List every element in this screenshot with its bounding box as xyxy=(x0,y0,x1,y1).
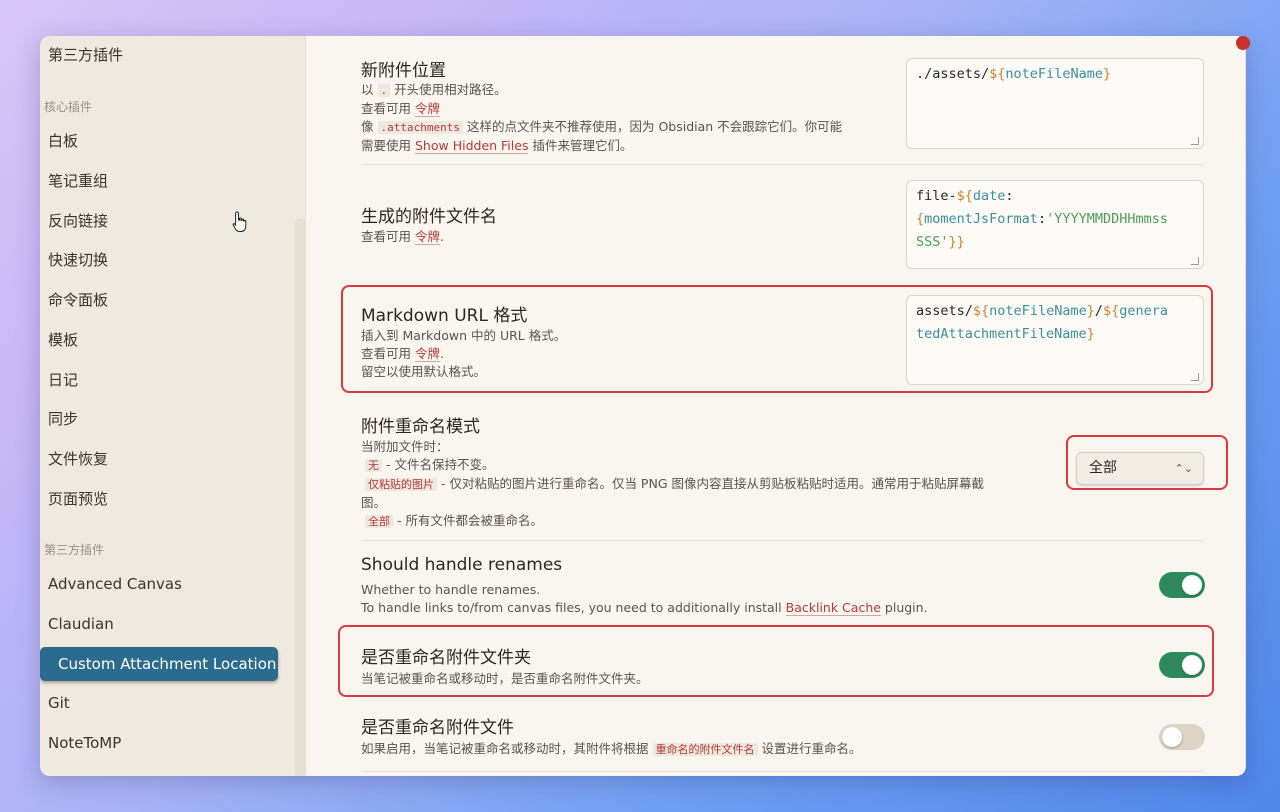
setting-title-handle-renames: Should handle renames xyxy=(361,555,563,575)
divider xyxy=(361,164,1204,165)
setting-desc-rename-files: 如果启用，当笔记被重命名或移动时，其附件将根据 重命名的附件文件名 设置进行重命… xyxy=(361,741,862,756)
toggle-knob xyxy=(1162,727,1182,747)
sidebar-item-daily-notes[interactable]: 日记 xyxy=(48,366,78,394)
sidebar-item-note-composer[interactable]: 笔记重组 xyxy=(48,167,108,195)
sidebar-item-git[interactable]: Git xyxy=(48,689,70,717)
tokens-link[interactable]: 令牌 xyxy=(415,101,441,117)
content-scrollbar[interactable] xyxy=(1245,36,1246,776)
sidebar-item-backlinks[interactable]: 反向链接 xyxy=(48,207,108,235)
toggle-knob xyxy=(1182,575,1202,595)
setting-title-rename-mode: 附件重命名模式 xyxy=(361,417,480,437)
sidebar-item-quick-switcher[interactable]: 快速切换 xyxy=(48,246,108,274)
sidebar-section-third-party: 第三方插件 xyxy=(44,543,105,557)
setting-desc-new-attachment-location: 以 . 开头使用相对路径。 查看可用 令牌 像 .attachments 这样的… xyxy=(361,82,843,154)
settings-content: 新附件位置 以 . 开头使用相对路径。 查看可用 令牌 像 .attachmen… xyxy=(306,36,1246,776)
sidebar-item-file-recovery[interactable]: 文件恢复 xyxy=(48,445,108,473)
sidebar-item-notetomp[interactable]: NoteToMP xyxy=(48,729,121,757)
sidebar-item-page-preview[interactable]: 页面预览 xyxy=(48,485,108,513)
settings-sidebar: 第三方插件 核心插件 白板 笔记重组 反向链接 快速切换 命令面板 模板 日记 … xyxy=(40,36,306,776)
setting-title-rename-files: 是否重命名附件文件 xyxy=(361,718,514,738)
setting-desc-handle-renames: Whether to handle renames. To handle lin… xyxy=(361,582,928,616)
sidebar-item-command-palette[interactable]: 命令面板 xyxy=(48,286,108,314)
sidebar-item-canvas[interactable]: 白板 xyxy=(48,127,78,155)
divider xyxy=(361,540,1204,541)
rename-mode-select[interactable]: 全部 ⌃⌄ xyxy=(1076,452,1204,485)
markdown-url-input[interactable]: assets/${noteFileName}/${genera tedAttach… xyxy=(906,295,1204,385)
setting-desc-rename-mode: 当附加文件时： 无 - 文件名保持不变。 仅粘贴的图片 - 仅对粘贴的图片进行重… xyxy=(361,439,984,528)
sidebar-section-core-plugins: 核心插件 xyxy=(44,100,93,114)
sidebar-item-third-party-plugins[interactable]: 第三方插件 xyxy=(48,41,123,69)
tokens-link[interactable]: 令牌 xyxy=(415,346,441,362)
resize-handle-icon[interactable] xyxy=(1191,373,1199,381)
rename-folder-toggle[interactable] xyxy=(1159,652,1205,678)
sidebar-item-custom-attachment-location[interactable]: Custom Attachment Location xyxy=(40,647,278,681)
close-icon[interactable] xyxy=(1236,36,1250,50)
backlink-cache-link[interactable]: Backlink Cache xyxy=(785,600,881,616)
resize-handle-icon[interactable] xyxy=(1191,137,1199,145)
setting-desc-rename-folder: 当笔记被重命名或移动时，是否重命名附件文件夹。 xyxy=(361,671,649,686)
chevron-up-down-icon: ⌃⌄ xyxy=(1174,462,1193,475)
tokens-link[interactable]: 令牌 xyxy=(415,229,441,245)
sidebar-item-claudian[interactable]: Claudian xyxy=(48,610,114,638)
setting-desc-markdown-url: 插入到 Markdown 中的 URL 格式。 查看可用 令牌. 留空以使用默认… xyxy=(361,328,567,379)
setting-desc-generated-filename: 查看可用 令牌. xyxy=(361,229,444,245)
generated-filename-input[interactable]: file-${date: {momentJsFormat:'YYYYMMDDHHm… xyxy=(906,180,1204,269)
sidebar-item-advanced-canvas[interactable]: Advanced Canvas xyxy=(48,570,182,598)
resize-handle-icon[interactable] xyxy=(1191,257,1199,265)
divider xyxy=(361,771,1204,772)
setting-title-generated-filename: 生成的附件文件名 xyxy=(361,207,497,227)
sidebar-item-templates[interactable]: 模板 xyxy=(48,326,78,354)
setting-title-markdown-url: Markdown URL 格式 xyxy=(361,306,528,326)
setting-title-rename-folder: 是否重命名附件文件夹 xyxy=(361,648,531,668)
sidebar-item-sync[interactable]: 同步 xyxy=(48,405,78,433)
sidebar-scrollbar[interactable] xyxy=(295,218,305,776)
new-attachment-location-input[interactable]: ./assets/${noteFileName} xyxy=(906,58,1204,149)
toggle-knob xyxy=(1182,655,1202,675)
show-hidden-files-link[interactable]: Show Hidden Files xyxy=(415,138,529,154)
settings-window: 第三方插件 核心插件 白板 笔记重组 反向链接 快速切换 命令面板 模板 日记 … xyxy=(40,36,1246,776)
rename-files-toggle[interactable] xyxy=(1159,724,1205,750)
handle-renames-toggle[interactable] xyxy=(1159,572,1205,598)
setting-title-new-attachment-location: 新附件位置 xyxy=(361,61,446,81)
hand-cursor-icon xyxy=(232,211,247,232)
